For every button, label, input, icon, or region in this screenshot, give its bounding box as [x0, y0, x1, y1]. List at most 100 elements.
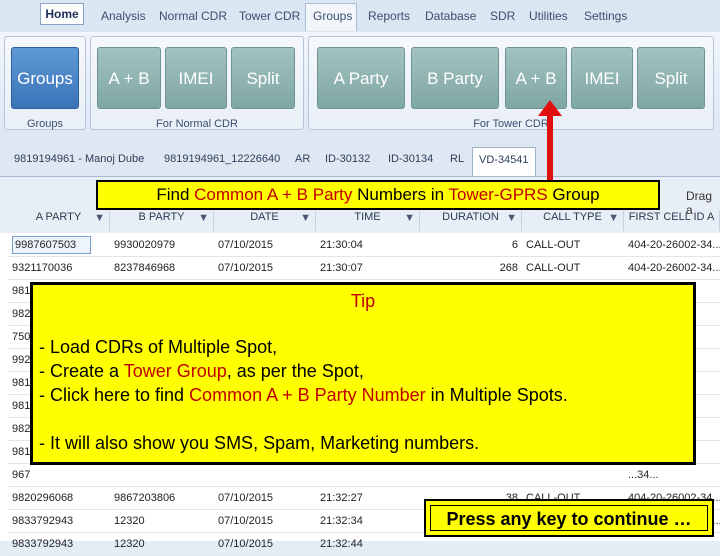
tip-line-2c: , as per the Spot, [226, 361, 364, 381]
table-cell: 9321170036 [12, 262, 73, 274]
col-first-cell-id[interactable]: FIRST CELL ID A [624, 211, 720, 231]
table-cell: 981 [12, 400, 31, 412]
tab-id-30134[interactable]: ID-30134 [388, 153, 433, 165]
tower-a-party-button[interactable]: A Party [317, 47, 405, 109]
table-cell: 268 [499, 262, 518, 274]
table-cell: 9867203806 [114, 492, 176, 504]
normal-a-plus-b-button[interactable]: A + B [97, 47, 161, 109]
menu-normal-cdr[interactable]: Normal CDR [159, 9, 227, 23]
table-row[interactable]: 9321170036 8237846968 07/10/2015 21:30:07 26… [8, 257, 720, 280]
document-tabs: 9819194961 - Manoj Dube 9819194961_12226… [0, 134, 720, 176]
col-date-label: DATE [250, 211, 279, 223]
tip-line-3c: in Multiple Spots. [425, 385, 568, 405]
menu-analysis[interactable]: Analysis [101, 9, 146, 23]
table-cell: 981 [12, 446, 31, 458]
col-duration[interactable]: DURATION ▼ [420, 211, 522, 231]
tip-line-3: - Click here to find Common A + B Party … [39, 385, 568, 406]
tower-b-party-button[interactable]: B Party [411, 47, 499, 109]
ribbon-group-normal-cdr: A + B IMEI Split For Normal CDR [90, 36, 304, 130]
menu-bar: Home Analysis Normal CDR Tower CDR Group… [0, 0, 720, 33]
menu-tower-cdr[interactable]: Tower CDR [239, 9, 300, 23]
table-cell: 9987607503 [12, 236, 92, 254]
continue-prompt[interactable]: Press any key to continue … [424, 499, 714, 537]
table-cell: 6 [511, 239, 518, 251]
tab-vd-34541[interactable]: VD-34541 [472, 147, 536, 177]
col-call-type[interactable]: CALL TYPE ▼ [522, 211, 624, 231]
table-cell: 981 [12, 285, 31, 297]
col-date[interactable]: DATE ▼ [214, 211, 316, 231]
ribbon-group-groups: Groups Groups [4, 36, 86, 130]
banner-text-5: Group [547, 185, 600, 204]
red-arrow-line [547, 112, 553, 182]
table-cell: 12320 [114, 515, 145, 527]
title-banner: Find Common A + B Party Numbers in Tower… [96, 180, 660, 210]
menu-sdr[interactable]: SDR [490, 9, 515, 23]
menu-database[interactable]: Database [425, 9, 476, 23]
home-tab[interactable]: Home [40, 3, 84, 25]
table-cell: 967 [12, 469, 31, 481]
tip-line-2: - Create a Tower Group, as per the Spot, [39, 361, 364, 382]
banner-text-2: Common A + B Party [194, 185, 353, 204]
table-cell: 9833792943 [12, 515, 74, 527]
banner-text-3: Numbers in [352, 185, 449, 204]
table-cell: 982 [12, 423, 31, 435]
table-cell: 07/10/2015 [218, 239, 274, 251]
col-a-party[interactable]: A PARTY ▼ [8, 211, 110, 231]
tab-12226640[interactable]: 9819194961_12226640 [164, 153, 280, 165]
groups-group-label: Groups [26, 118, 64, 130]
tab-vd-34541-label: VD-34541 [479, 154, 529, 166]
table-cell: 21:30:04 [320, 239, 363, 251]
table-cell: 9820296068 [12, 492, 74, 504]
tower-split-button[interactable]: Split [637, 47, 705, 109]
tab-ar[interactable]: AR [295, 153, 310, 165]
table-cell: 07/10/2015 [218, 492, 274, 504]
filter-icon[interactable]: ▼ [94, 212, 105, 224]
table-cell: 404-20-26002-34... [628, 239, 720, 251]
tip-title: Tip [350, 291, 376, 311]
tab-rl[interactable]: RL [450, 153, 464, 165]
col-call-type-label: CALL TYPE [543, 211, 602, 223]
col-a-party-label: A PARTY [35, 211, 82, 223]
table-cell: ...34... [628, 469, 659, 481]
table-cell: 982 [12, 308, 31, 320]
filter-icon[interactable]: ▼ [608, 212, 619, 224]
tip-line-4: - It will also show you SMS, Spam, Marke… [39, 433, 480, 453]
menu-settings[interactable]: Settings [584, 9, 627, 23]
table-row[interactable]: 967 ...34... [8, 464, 720, 487]
normal-split-button[interactable]: Split [231, 47, 295, 109]
menu-reports[interactable]: Reports [368, 9, 410, 23]
table-row[interactable]: 9987607503 9930020979 07/10/2015 21:30:04 6 C… [8, 234, 720, 257]
tip-line-3a: - Click here to find [39, 385, 190, 405]
menu-groups[interactable]: Groups [313, 9, 352, 23]
tip-line-2a: - Create a [39, 361, 124, 381]
table-cell: 21:30:07 [320, 262, 363, 274]
filter-icon[interactable]: ▼ [198, 212, 209, 224]
col-b-party[interactable]: B PARTY ▼ [110, 211, 214, 231]
normal-imei-button[interactable]: IMEI [165, 47, 227, 109]
table-cell: CALL-OUT [526, 262, 581, 274]
table-cell: 8237846968 [114, 262, 176, 274]
groups-button[interactable]: Groups [11, 47, 79, 109]
col-time[interactable]: TIME ▼ [316, 211, 420, 231]
filter-icon[interactable]: ▼ [300, 212, 311, 224]
banner-text-4: Tower-GPRS [448, 185, 548, 204]
table-cell: 21:32:27 [320, 492, 363, 504]
continue-text: Press any key to continue … [430, 505, 708, 531]
tower-group-label: For Tower CDR [473, 118, 549, 130]
tip-box: Tip - Load CDRs of Multiple Spot, - Crea… [30, 282, 696, 465]
normal-group-label: For Normal CDR [156, 118, 238, 130]
table-cell: 981 [12, 377, 31, 389]
banner-text-1: Find [156, 185, 195, 204]
ribbon-group-tower-cdr: A Party B Party A + B IMEI Split For Tow… [308, 36, 714, 130]
table-cell: 21:32:34 [320, 515, 363, 527]
tab-manoj-dube[interactable]: 9819194961 - Manoj Dube [14, 153, 144, 165]
filter-icon[interactable]: ▼ [506, 212, 517, 224]
col-time-label: TIME [354, 211, 381, 223]
filter-icon[interactable]: ▼ [404, 212, 415, 224]
tab-id-30132[interactable]: ID-30132 [325, 153, 370, 165]
ribbon: Groups Groups A + B IMEI Split For Norma… [0, 32, 720, 134]
menu-utilities[interactable]: Utilities [529, 9, 568, 23]
table-cell: CALL-OUT [526, 239, 581, 251]
tower-imei-button[interactable]: IMEI [571, 47, 633, 109]
col-b-party-label: B PARTY [138, 211, 185, 223]
